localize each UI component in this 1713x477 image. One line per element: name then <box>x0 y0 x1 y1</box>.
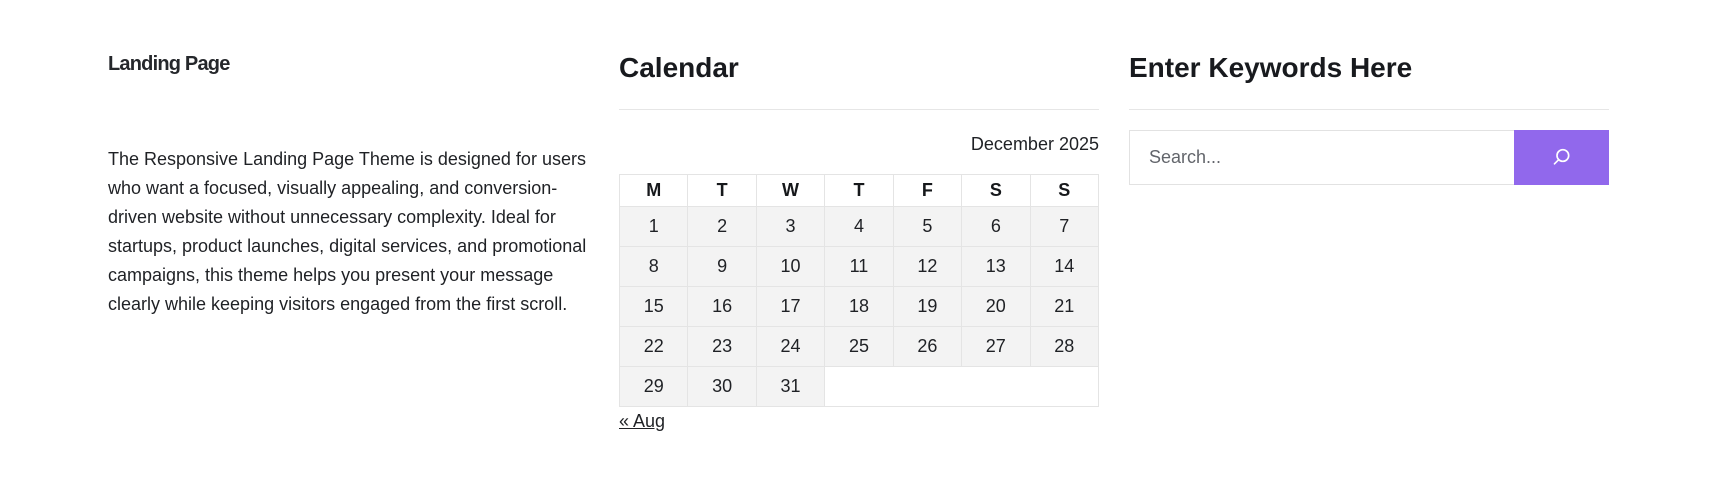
search-submit-button[interactable] <box>1514 130 1609 185</box>
calendar-day: 10 <box>755 246 826 287</box>
calendar-day: 16 <box>687 286 757 327</box>
calendar-title-divider <box>619 109 1099 110</box>
calendar-day: 30 <box>687 366 757 407</box>
calendar-week-row: 8 9 10 11 12 13 14 <box>618 246 1100 287</box>
site-logo[interactable]: Landing Page <box>108 52 230 76</box>
calendar-day: 6 <box>961 206 1031 247</box>
search-title-divider <box>1129 109 1609 110</box>
calendar-day: 29 <box>618 366 689 407</box>
calendar-day: 27 <box>961 326 1031 367</box>
weekday-monday: M <box>618 174 689 207</box>
calendar-week-row: 15 16 17 18 19 20 21 <box>618 286 1100 327</box>
weekday-tuesday: T <box>687 174 757 207</box>
calendar-day: 11 <box>824 246 894 287</box>
search-widget-title: Enter Keywords Here <box>1129 52 1413 83</box>
search-input[interactable] <box>1129 130 1514 185</box>
calendar-day: 19 <box>892 286 963 327</box>
calendar-month-caption: December 2025 <box>970 134 1099 154</box>
calendar-day: 23 <box>687 326 757 367</box>
calendar-day: 3 <box>755 206 826 247</box>
calendar-day: 9 <box>687 246 757 287</box>
calendar-day: 21 <box>1029 286 1100 327</box>
weekday-row: M T W T F S S <box>618 174 1100 207</box>
calendar-day: 12 <box>892 246 963 287</box>
calendar-weekday-header: M T W T F S S <box>618 174 1100 207</box>
footer-widget-area: Landing Page The Responsive Landing Page… <box>0 0 1713 477</box>
calendar-day: 8 <box>618 246 689 287</box>
calendar-previous-month-link[interactable]: « Aug <box>619 410 665 432</box>
search-icon <box>1553 148 1569 165</box>
about-description: The Responsive Landing Page Theme is des… <box>108 149 587 314</box>
calendar-day: 24 <box>755 326 826 367</box>
calendar-week-row: 29 30 31 <box>618 366 1099 407</box>
calendar-day: 2 <box>687 206 757 247</box>
calendar-day: 31 <box>755 366 826 407</box>
calendar-day: 28 <box>1029 326 1100 367</box>
calendar-day: 20 <box>961 286 1031 327</box>
calendar-days: 1 2 3 4 5 6 7 8 9 10 11 12 13 14 15 16 1… <box>618 206 1100 407</box>
weekday-thursday: T <box>824 174 894 207</box>
calendar-day: 18 <box>824 286 894 327</box>
weekday-sunday: S <box>1029 174 1100 207</box>
weekday-friday: F <box>892 174 963 207</box>
calendar-day: 7 <box>1029 206 1100 247</box>
calendar-day: 15 <box>618 286 689 327</box>
calendar-day: 5 <box>892 206 963 247</box>
calendar-day: 22 <box>618 326 689 367</box>
calendar-day: 14 <box>1029 246 1100 287</box>
weekday-wednesday: W <box>755 174 826 207</box>
calendar-day: 13 <box>961 246 1031 287</box>
calendar-day: 25 <box>824 326 894 367</box>
calendar-day: 26 <box>892 326 963 367</box>
calendar-empty-cell <box>824 366 1099 407</box>
calendar-day: 17 <box>755 286 826 327</box>
calendar-week-row: 22 23 24 25 26 27 28 <box>618 326 1100 367</box>
weekday-saturday: S <box>961 174 1031 207</box>
calendar-day: 4 <box>824 206 894 247</box>
search-form <box>1129 130 1609 185</box>
calendar-day: 1 <box>618 206 689 247</box>
calendar-grid: M T W T F S S 1 2 3 4 5 6 7 8 9 10 11 12… <box>618 174 1100 407</box>
calendar-title: Calendar <box>619 52 739 83</box>
calendar-week-row: 1 2 3 4 5 6 7 <box>618 206 1100 247</box>
